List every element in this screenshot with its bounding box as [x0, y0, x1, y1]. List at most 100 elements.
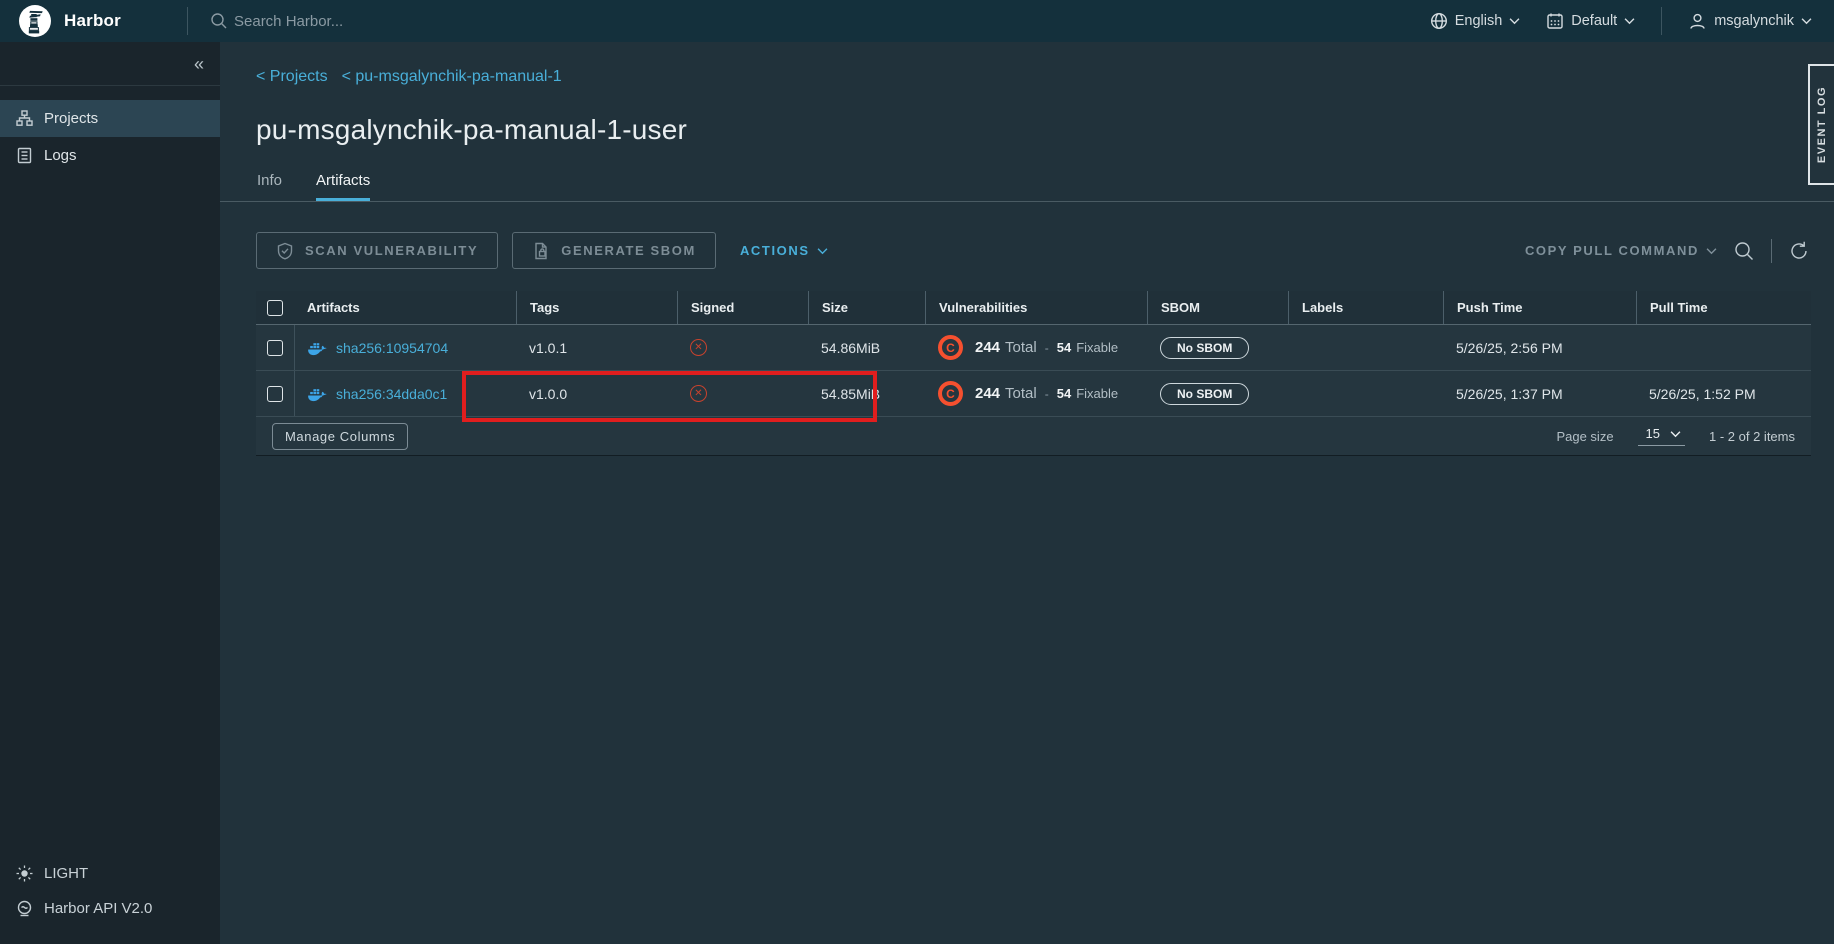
refresh-icon[interactable] — [1788, 240, 1810, 262]
copy-pull-command-label: COPY PULL COMMAND — [1525, 243, 1699, 258]
vuln-fixable-label: Fixable — [1076, 386, 1118, 401]
manage-columns-button[interactable]: Manage Columns — [272, 423, 408, 450]
user-icon — [1688, 12, 1707, 31]
top-bar: Harbor English Default — [0, 0, 1834, 42]
select-all-checkbox[interactable] — [267, 300, 283, 316]
chevron-down-icon — [1670, 430, 1681, 438]
column-header-artifacts[interactable]: Artifacts — [294, 291, 516, 324]
size-cell: 54.85MiB — [808, 371, 925, 416]
sun-icon — [16, 865, 33, 882]
page-size-select[interactable]: 15 — [1638, 426, 1685, 446]
column-header-vulnerabilities[interactable]: Vulnerabilities — [925, 291, 1147, 324]
event-log-label: EVENT LOG — [1816, 86, 1828, 163]
artifact-digest-link[interactable]: sha256:34dda0c1 — [308, 386, 447, 402]
user-menu[interactable]: msgalynchik — [1688, 12, 1812, 31]
column-header-tags[interactable]: Tags — [516, 291, 677, 324]
table-row: sha256:10954704 v1.0.1 ✕ 54.86MiB C 244 … — [256, 325, 1811, 371]
logs-icon — [16, 147, 33, 164]
page-size-label: Page size — [1556, 429, 1613, 444]
pull-time-cell — [1636, 325, 1811, 370]
sidebar-collapse-row: « — [0, 42, 220, 86]
registry-menu[interactable]: Default — [1546, 12, 1635, 30]
table-footer: Manage Columns Page size 15 1 - 2 of 2 i… — [256, 417, 1811, 456]
column-header-labels[interactable]: Labels — [1288, 291, 1443, 324]
artifacts-table: Artifacts Tags Signed Size Vulnerabiliti… — [256, 291, 1811, 456]
topbar-divider — [187, 7, 188, 35]
vuln-total-count: 244 — [975, 385, 1000, 402]
tag-cell: v1.0.1 — [516, 325, 677, 370]
username-label: msgalynchik — [1714, 13, 1794, 29]
event-log-tab[interactable]: EVENT LOG — [1808, 64, 1834, 185]
table-row: sha256:34dda0c1 v1.0.0 ✕ 54.85MiB C 244 … — [256, 371, 1811, 417]
search-input[interactable] — [234, 13, 654, 30]
brand[interactable]: Harbor — [0, 4, 187, 38]
language-label: English — [1455, 13, 1503, 29]
api-icon — [16, 900, 33, 917]
critical-severity-icon: C — [938, 335, 963, 360]
tab-artifacts[interactable]: Artifacts — [316, 172, 370, 201]
chevron-down-icon — [817, 247, 828, 255]
no-sbom-badge[interactable]: No SBOM — [1160, 383, 1249, 405]
breadcrumb-project-link[interactable]: < pu-msgalynchik-pa-manual-1 — [342, 68, 562, 86]
sidebar-item-label: Logs — [44, 147, 77, 164]
toolbar-divider — [1771, 239, 1772, 263]
main-content: < Projects < pu-msgalynchik-pa-manual-1 … — [220, 42, 1834, 944]
harbor-api-link[interactable]: Harbor API V2.0 — [0, 891, 220, 926]
projects-icon — [16, 110, 33, 127]
push-time-cell: 5/26/25, 2:56 PM — [1443, 325, 1636, 370]
topbar-divider — [1661, 7, 1662, 35]
breadcrumb-projects-link[interactable]: < Projects — [256, 68, 328, 86]
pagination-range: 1 - 2 of 2 items — [1709, 429, 1795, 444]
size-cell: 54.86MiB — [808, 325, 925, 370]
tab-info[interactable]: Info — [257, 172, 282, 201]
copy-pull-command-button[interactable]: COPY PULL COMMAND — [1525, 243, 1717, 258]
artifact-digest-link[interactable]: sha256:10954704 — [308, 340, 448, 356]
filter-search-icon[interactable] — [1733, 240, 1755, 262]
language-menu[interactable]: English — [1430, 12, 1521, 30]
column-header-pull-time[interactable]: Pull Time — [1636, 291, 1811, 324]
column-header-push-time[interactable]: Push Time — [1443, 291, 1636, 324]
not-signed-icon: ✕ — [690, 339, 707, 356]
column-header-size[interactable]: Size — [808, 291, 925, 324]
labels-cell — [1288, 371, 1443, 416]
chevron-down-icon — [1509, 17, 1520, 25]
brand-name: Harbor — [64, 11, 121, 31]
pull-time-cell: 5/26/25, 1:52 PM — [1636, 371, 1811, 416]
actions-dropdown-button[interactable]: ACTIONS — [740, 243, 828, 258]
no-sbom-badge[interactable]: No SBOM — [1160, 337, 1249, 359]
collapse-sidebar-icon[interactable]: « — [194, 55, 204, 73]
api-version-label: Harbor API V2.0 — [44, 900, 152, 917]
sidebar-item-projects[interactable]: Projects — [0, 100, 220, 137]
harbor-logo-icon — [18, 4, 52, 38]
docker-whale-icon — [308, 386, 327, 402]
vuln-dash: - — [1045, 341, 1049, 355]
labels-cell — [1288, 325, 1443, 370]
registry-icon — [1546, 12, 1564, 30]
globe-icon — [1430, 12, 1448, 30]
column-header-sbom[interactable]: SBOM — [1147, 291, 1288, 324]
row-checkbox[interactable] — [267, 340, 283, 356]
registry-label: Default — [1571, 13, 1617, 29]
vulnerabilities-cell[interactable]: C 244 Total - 54 Fixable — [925, 325, 1147, 370]
generate-sbom-button[interactable]: GENERATE SBOM — [512, 232, 716, 269]
row-checkbox[interactable] — [267, 386, 283, 402]
critical-severity-icon: C — [938, 381, 963, 406]
sidebar-item-logs[interactable]: Logs — [0, 137, 220, 174]
vuln-fixable-count: 54 — [1057, 386, 1071, 401]
page-title: pu-msgalynchik-pa-manual-1-user — [220, 86, 1834, 146]
vulnerabilities-cell[interactable]: C 244 Total - 54 Fixable — [925, 371, 1147, 416]
tab-bar: Info Artifacts — [220, 172, 1834, 202]
shield-check-icon — [276, 242, 294, 260]
scan-vulnerability-button[interactable]: SCAN VULNERABILITY — [256, 232, 498, 269]
artifact-digest-text: sha256:34dda0c1 — [336, 386, 447, 402]
actions-label: ACTIONS — [740, 243, 810, 258]
not-signed-icon: ✕ — [690, 385, 707, 402]
table-header-row: Artifacts Tags Signed Size Vulnerabiliti… — [256, 291, 1811, 325]
global-search — [210, 12, 1430, 30]
artifact-toolbar: SCAN VULNERABILITY GENERATE SBOM ACTIONS… — [256, 232, 1810, 269]
vuln-fixable-count: 54 — [1057, 340, 1071, 355]
column-header-signed[interactable]: Signed — [677, 291, 808, 324]
push-time-cell: 5/26/25, 1:37 PM — [1443, 371, 1636, 416]
sidebar: « Projects Logs — [0, 42, 220, 944]
theme-toggle[interactable]: LIGHT — [0, 856, 220, 891]
